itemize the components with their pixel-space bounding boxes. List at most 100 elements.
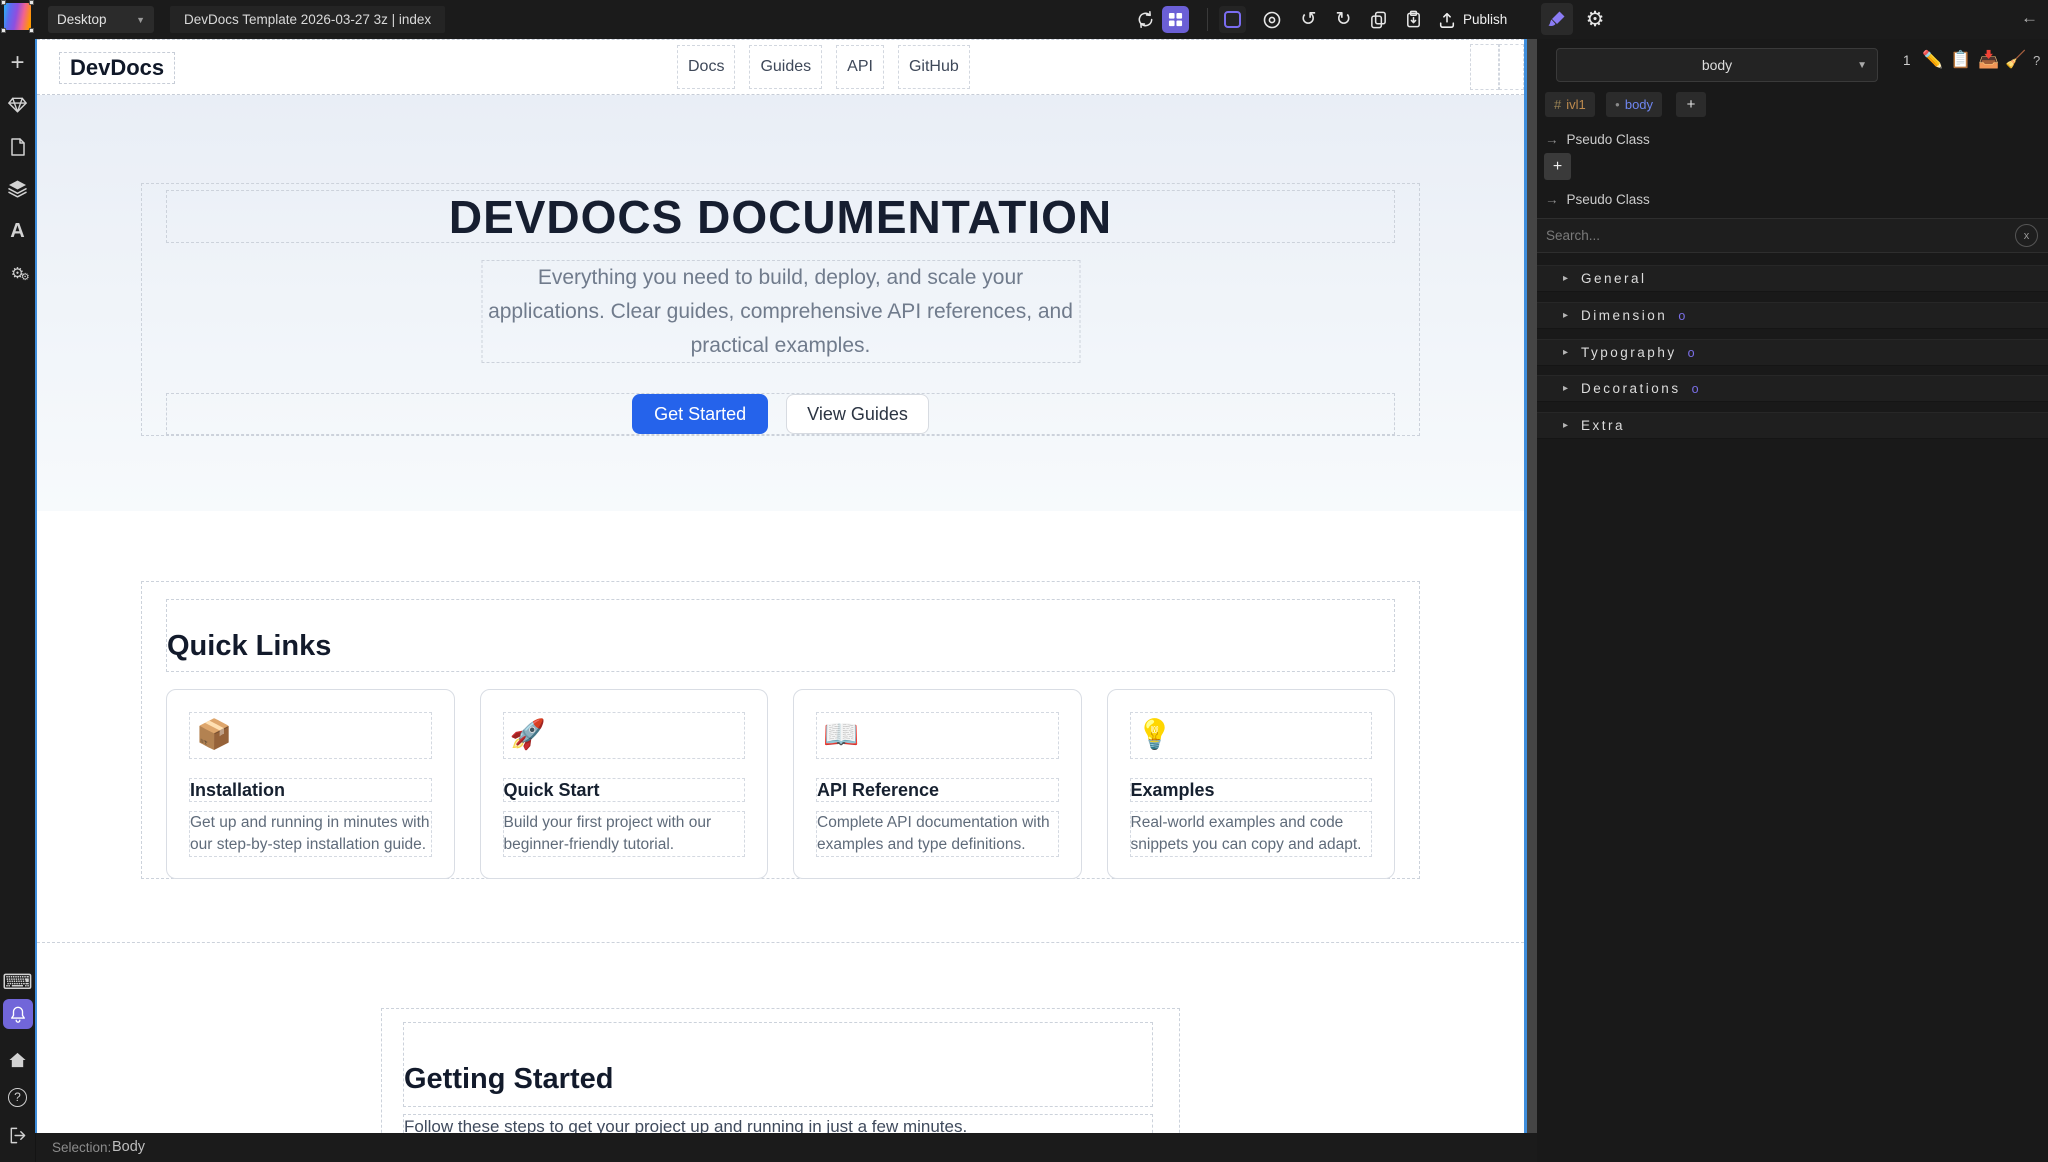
card-api-reference[interactable]: 📖 API Reference Complete API documentati… xyxy=(793,689,1082,879)
outline-toggle-button[interactable] xyxy=(1219,6,1246,33)
tag-chip[interactable]: ● body xyxy=(1606,92,1662,117)
logout-button[interactable] xyxy=(0,1119,35,1151)
quick-links-container[interactable]: Quick Links 📦 Installation Get up and ru… xyxy=(141,581,1420,879)
hero-title[interactable]: DEVDOCS DOCUMENTATION xyxy=(167,191,1394,244)
getting-started-container[interactable]: Getting Started Follow these steps to ge… xyxy=(381,1008,1180,1133)
paste-button[interactable] xyxy=(1400,6,1427,33)
design-assets-button[interactable] xyxy=(0,89,35,121)
getting-started-subtitle-block[interactable]: Follow these steps to get your project u… xyxy=(403,1114,1153,1133)
card-icon-block[interactable]: 📦 xyxy=(189,712,432,759)
typography-button[interactable]: A xyxy=(0,215,35,247)
settings-tab[interactable]: ⚙ xyxy=(1579,3,1611,35)
redo-button[interactable]: ↻ xyxy=(1330,6,1357,33)
nav-link-docs[interactable]: Docs xyxy=(677,45,735,89)
shortcuts-button[interactable]: ⌨ xyxy=(0,966,35,998)
hero-container[interactable]: DEVDOCS DOCUMENTATION Everything you nee… xyxy=(141,183,1420,436)
get-started-button[interactable]: Get Started xyxy=(632,394,768,434)
card-description[interactable]: Get up and running in minutes with our s… xyxy=(190,812,431,856)
card-quick-start[interactable]: 🚀 Quick Start Build your first project w… xyxy=(480,689,769,879)
hero-section[interactable]: DEVDOCS DOCUMENTATION Everything you nee… xyxy=(37,95,1524,511)
quick-links-heading[interactable]: Quick Links xyxy=(167,600,1394,663)
site-brand[interactable]: DevDocs xyxy=(59,52,175,84)
copy-button[interactable] xyxy=(1365,6,1392,33)
card-desc-block[interactable]: Real-world examples and code snippets yo… xyxy=(1130,811,1373,857)
add-pseudo-class-button[interactable]: + xyxy=(1544,153,1571,180)
card-title[interactable]: Examples xyxy=(1131,779,1372,801)
pages-button[interactable] xyxy=(0,131,35,163)
nav-link-guides[interactable]: Guides xyxy=(749,45,822,89)
empty-nav-element[interactable] xyxy=(1470,44,1499,90)
sync-icon xyxy=(1136,10,1155,29)
sync-button[interactable] xyxy=(1132,6,1159,33)
getting-started-section[interactable]: Getting Started Follow these steps to ge… xyxy=(37,943,1524,1133)
section-typography[interactable]: ▸ Typography o xyxy=(1537,339,2048,366)
card-description[interactable]: Complete API documentation with examples… xyxy=(817,812,1058,856)
card-desc-block[interactable]: Build your first project with our beginn… xyxy=(503,811,746,857)
broom-icon[interactable]: 🧹 xyxy=(2005,50,2026,70)
site-navbar[interactable]: DevDocs Docs Guides API GitHub xyxy=(37,39,1524,95)
card-description[interactable]: Real-world examples and code snippets yo… xyxy=(1131,812,1372,856)
card-icon-block[interactable]: 🚀 xyxy=(503,712,746,759)
app-logo[interactable] xyxy=(4,3,31,30)
notifications-button[interactable] xyxy=(3,999,33,1029)
clear-search-button[interactable]: x xyxy=(2015,224,2038,247)
inbox-icon[interactable]: 📥 xyxy=(1978,50,1999,70)
section-extra[interactable]: ▸ Extra xyxy=(1537,412,2048,439)
publish-button[interactable]: Publish xyxy=(1438,4,1507,35)
hero-buttons-row[interactable]: Get Started View Guides xyxy=(166,393,1395,435)
undo-button[interactable]: ↺ xyxy=(1295,6,1322,33)
card-desc-block[interactable]: Complete API documentation with examples… xyxy=(816,811,1059,857)
section-decorations[interactable]: ▸ Decorations o xyxy=(1537,375,2048,402)
preview-button[interactable] xyxy=(1258,6,1285,33)
card-installation[interactable]: 📦 Installation Get up and running in min… xyxy=(166,689,455,879)
card-title[interactable]: Installation xyxy=(190,779,431,801)
canvas-left-resizer[interactable] xyxy=(35,39,37,1133)
home-button[interactable] xyxy=(0,1044,35,1076)
canvas-scrollbar[interactable] xyxy=(1527,39,1537,1133)
card-title[interactable]: Quick Start xyxy=(504,779,745,801)
card-examples[interactable]: 💡 Examples Real-world examples and code … xyxy=(1107,689,1396,879)
card-description[interactable]: Build your first project with our beginn… xyxy=(504,812,745,856)
style-manager-tab[interactable] xyxy=(1541,3,1573,35)
help-icon[interactable]: ? xyxy=(2033,53,2040,68)
id-chip[interactable]: # ivl1 xyxy=(1545,92,1595,117)
clipboard-icon[interactable]: 📋 xyxy=(1950,50,1971,70)
getting-started-heading-block[interactable]: Getting Started xyxy=(403,1022,1153,1107)
layers-button[interactable] xyxy=(0,173,35,205)
section-general[interactable]: ▸ General xyxy=(1537,265,2048,292)
grid-view-button[interactable] xyxy=(1162,6,1189,33)
hero-subtitle[interactable]: Everything you need to build, deploy, an… xyxy=(482,261,1079,363)
pseudo-class-header[interactable]: →Pseudo Class xyxy=(1545,192,1650,207)
nav-link-github[interactable]: GitHub xyxy=(898,45,970,89)
hero-subtitle-block[interactable]: Everything you need to build, deploy, an… xyxy=(481,260,1080,363)
section-dimension[interactable]: ▸ Dimension o xyxy=(1537,302,2048,329)
section-badge: o xyxy=(1692,382,1699,396)
card-title-block[interactable]: API Reference xyxy=(816,778,1059,802)
quick-links-section[interactable]: Quick Links 📦 Installation Get up and ru… xyxy=(37,511,1524,943)
card-desc-block[interactable]: Get up and running in minutes with our s… xyxy=(189,811,432,857)
hero-title-block[interactable]: DEVDOCS DOCUMENTATION xyxy=(166,190,1395,243)
card-title[interactable]: API Reference xyxy=(817,779,1058,801)
back-arrow-button[interactable]: ← xyxy=(2021,8,2038,28)
symbols-button[interactable]: ⚙ ⚙ xyxy=(0,257,35,289)
style-search-input[interactable] xyxy=(1537,228,2015,243)
view-guides-button[interactable]: View Guides xyxy=(786,394,929,434)
quick-links-heading-block[interactable]: Quick Links xyxy=(166,599,1395,672)
nav-link-api[interactable]: API xyxy=(836,45,884,89)
editor-canvas[interactable]: DevDocs Docs Guides API GitHub DEVDOCS D… xyxy=(37,39,1524,1133)
card-title-block[interactable]: Examples xyxy=(1130,778,1373,802)
pseudo-class-header[interactable]: →Pseudo Class xyxy=(1545,132,1650,147)
add-selector-button[interactable]: + xyxy=(1676,92,1706,117)
card-title-block[interactable]: Quick Start xyxy=(503,778,746,802)
help-button[interactable]: ? xyxy=(0,1081,35,1113)
edit-pencil-icon[interactable]: ✏️ xyxy=(1922,50,1943,70)
device-selector[interactable]: Desktop ▼ xyxy=(48,6,154,33)
getting-started-subtitle[interactable]: Follow these steps to get your project u… xyxy=(404,1115,1152,1133)
getting-started-heading[interactable]: Getting Started xyxy=(404,1023,1152,1096)
card-icon-block[interactable]: 📖 xyxy=(816,712,1059,759)
card-title-block[interactable]: Installation xyxy=(189,778,432,802)
selector-dropdown[interactable]: body ▼ xyxy=(1556,48,1878,82)
card-icon-block[interactable]: 💡 xyxy=(1130,712,1373,759)
add-element-button[interactable]: + xyxy=(0,47,35,79)
empty-nav-element[interactable] xyxy=(1499,44,1524,90)
